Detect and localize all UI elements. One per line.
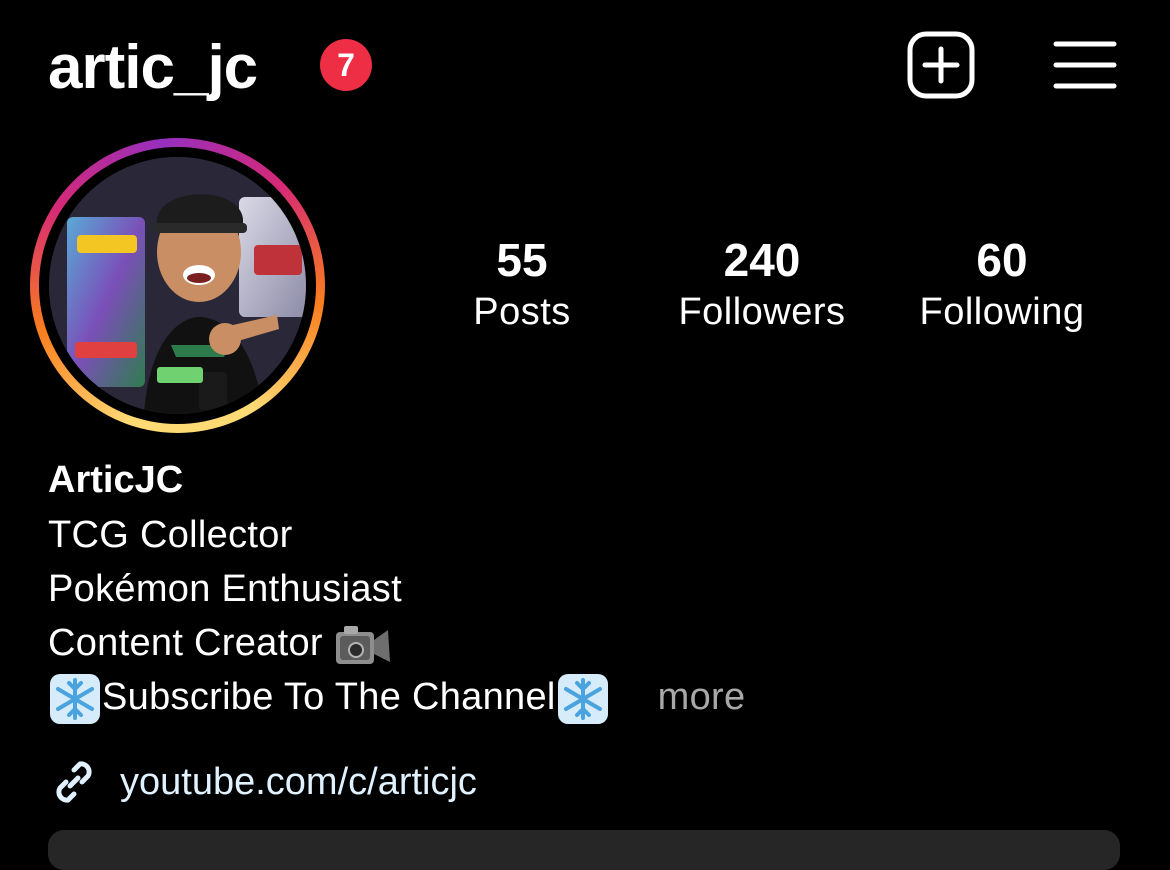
plus-square-icon <box>907 31 975 99</box>
profile-photo-illustration <box>49 157 306 414</box>
stat-posts[interactable]: 55 Posts <box>412 232 632 336</box>
hamburger-menu-icon <box>1053 41 1117 89</box>
notification-badge[interactable]: 7 <box>320 39 372 91</box>
more-link[interactable]: more <box>658 676 746 718</box>
followers-label: Followers <box>678 291 846 333</box>
username[interactable]: artic_jc <box>48 32 258 104</box>
bio-line: TCG Collector <box>48 514 293 556</box>
bio-line-with-camera: Content Creator <box>48 616 1048 670</box>
display-name: ArticJC <box>48 459 184 501</box>
profile-link-text: youtube.com/c/articjc <box>120 761 477 803</box>
following-count: 60 <box>976 234 1028 286</box>
following-label: Following <box>919 291 1085 333</box>
stat-following[interactable]: 60 Following <box>892 232 1112 336</box>
menu-button[interactable] <box>1050 30 1120 100</box>
posts-label: Posts <box>473 291 571 333</box>
snowflake-icon <box>557 673 608 724</box>
link-icon <box>56 761 92 803</box>
edit-profile-button[interactable] <box>48 830 1120 870</box>
profile-photo[interactable] <box>49 157 306 414</box>
subscribe-line: Subscribe To The Channel more <box>48 670 1048 726</box>
bio-section: ArticJC TCG Collector Pokémon Enthusiast… <box>48 452 1048 726</box>
video-camera-icon <box>335 625 390 664</box>
story-ring[interactable] <box>30 138 325 433</box>
profile-link[interactable]: youtube.com/c/articjc <box>48 752 477 812</box>
stat-followers[interactable]: 240 Followers <box>652 232 872 336</box>
posts-count: 55 <box>496 234 548 286</box>
create-button[interactable] <box>906 30 976 100</box>
bio-line-text: Content Creator <box>48 622 323 664</box>
followers-count: 240 <box>723 234 801 286</box>
snowflake-icon <box>50 673 100 724</box>
profile-header: artic_jc 7 <box>48 26 1118 110</box>
subscribe-text: Subscribe To The Channel <box>102 676 556 718</box>
bio-line: Pokémon Enthusiast <box>48 568 402 610</box>
